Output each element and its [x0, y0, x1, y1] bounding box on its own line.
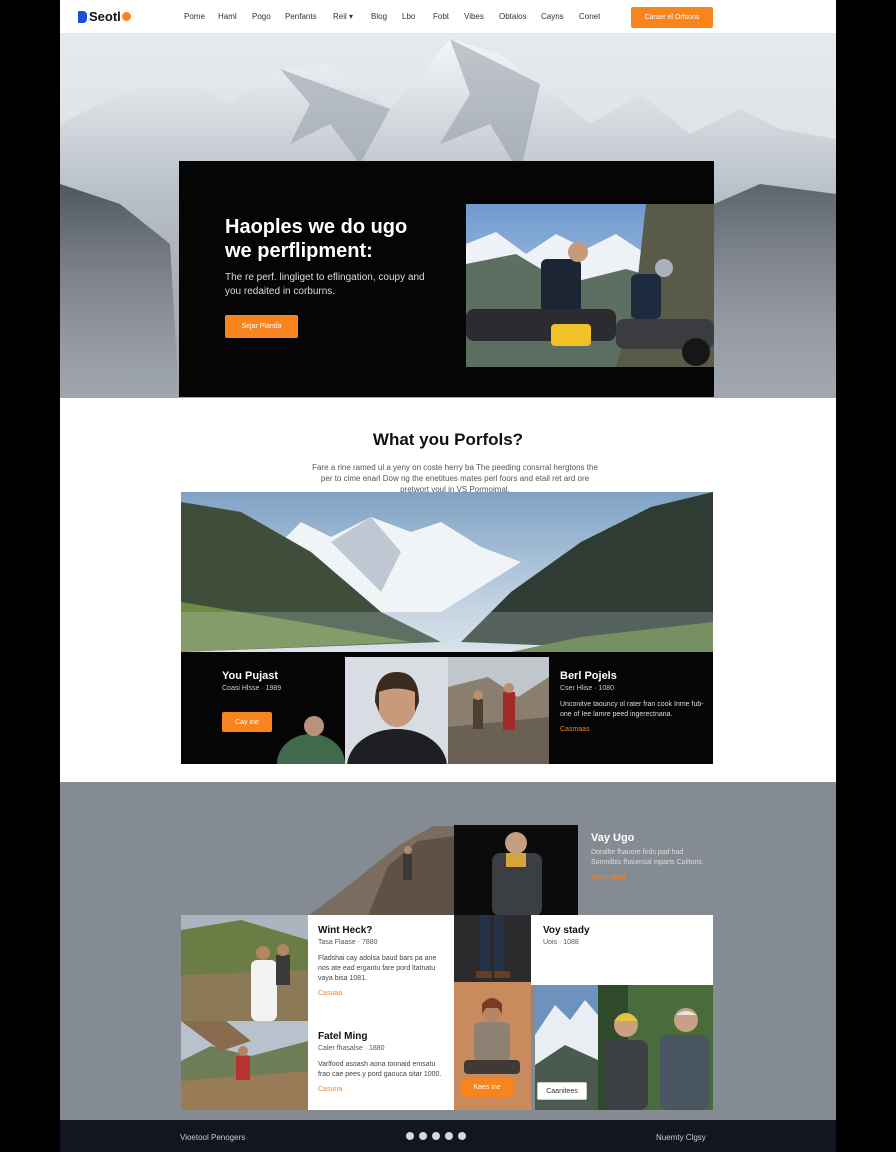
project-right-link[interactable]: Casmaas	[560, 726, 705, 733]
footer: Vioetool Penogers Nuemty Clgsy	[60, 1120, 836, 1152]
hiker-red-jacket-photo	[181, 1021, 308, 1110]
feature-card-2: Voy stady Uois · 1088	[531, 915, 713, 985]
feature-card-1: Wint Heck? Tasa Flaase · 7880 Fladshai c…	[308, 915, 454, 1021]
hero-subtitle: The re perf. lingliget to eflingation, c…	[225, 272, 425, 297]
valley-landscape-image	[181, 492, 713, 652]
footer-left-text: Vioetool Penogers	[180, 1133, 246, 1142]
feature-card-3-text: Varlfood asoash aona toonaid emsatu frao…	[318, 1061, 442, 1078]
tile-cta-button[interactable]: Kaes ine	[461, 1078, 513, 1097]
couple-grassland-photo	[181, 915, 308, 1021]
social-icons	[406, 1132, 466, 1140]
hiker-green-jacket-photo	[276, 714, 346, 764]
nav-item-10[interactable]: Obtaios	[499, 12, 541, 21]
camera-icon[interactable]	[406, 1132, 414, 1140]
small-tile-button[interactable]: Caanitees	[537, 1082, 587, 1100]
project-left-meta: Coasi Hlsse · 1989	[222, 685, 282, 692]
feature-top-title: Vay Ugo	[591, 832, 635, 844]
page: Seotl Pome Haml Pogo Penfants Reil ▾ Blo…	[60, 0, 836, 1152]
feature-card-1-meta: Tasa Flaase · 7880	[318, 939, 378, 946]
feature-card-1-link[interactable]: Casuaa	[318, 990, 444, 997]
project-strip: You Pujast Coasi Hlsse · 1989 Cay ine Be…	[181, 652, 713, 764]
feature-card-2-meta: Uois · 1088	[543, 939, 579, 946]
project-right-meta: Cser Hlise · 1080	[560, 685, 615, 692]
brand-logo[interactable]: Seotl	[78, 9, 131, 24]
project-right-title: Berl Pojels	[560, 670, 617, 682]
valley-landscape-photo	[181, 492, 713, 652]
hero-cta-button[interactable]: Sejar Planda	[225, 315, 298, 338]
chevron-down-icon: ▾	[349, 12, 354, 21]
hero-title-line-2: we perflipment:	[225, 240, 373, 262]
feature-card-3-meta: Caler fhasalse · 1880	[318, 1045, 385, 1052]
main-menu: Pome Haml Pogo Penfants Reil ▾ Blog Lbo …	[184, 12, 609, 21]
feature-card-1-title: Wint Heck?	[318, 925, 373, 936]
vimeo-icon[interactable]	[445, 1132, 453, 1140]
nav-item-3[interactable]: Pogo	[252, 12, 285, 21]
nav-cta-button[interactable]: Carser el Orfsons	[631, 7, 713, 28]
project-left-title: You Pujast	[222, 670, 279, 682]
hikers-on-trail-photo	[448, 657, 549, 764]
logo-dot-icon	[121, 12, 131, 21]
man-yellow-hoodie-photo	[454, 825, 578, 916]
hero-motorcycle-photo	[466, 204, 714, 367]
standing-man-legs-photo	[454, 915, 531, 982]
pinterest-icon[interactable]	[432, 1132, 440, 1140]
feature-card-3: Fatel Ming Caler fhasalse · 1880 Varlfoo…	[308, 1021, 454, 1110]
nav-item-4[interactable]: Penfants	[285, 12, 333, 21]
motorcycle-scene-image	[466, 204, 714, 367]
youtube-icon[interactable]	[458, 1132, 466, 1140]
nav-item-5-label: Reil	[333, 12, 347, 21]
feature-card-3-title: Fatel Ming	[318, 1031, 368, 1042]
nav-item-8[interactable]: Fobt	[433, 12, 464, 21]
hero-card: Haoples we do ugo we perflipment: The re…	[179, 161, 714, 397]
hero-title: Haoples we do ugo we perflipment:	[225, 215, 445, 263]
portrait-woman-photo	[345, 657, 448, 764]
nav-item-2[interactable]: Haml	[218, 12, 252, 21]
hero-section: Haoples we do ugo we perflipment: The re…	[60, 34, 836, 398]
feature-card-3-link[interactable]: Casuna	[318, 1086, 444, 1093]
logo-mark-icon	[78, 10, 87, 23]
facebook-icon[interactable]	[419, 1132, 427, 1140]
nav-item-blog[interactable]: Blog	[371, 12, 402, 21]
brand-name: Seotl	[89, 9, 121, 24]
feature-card-2-title: Voy stady	[543, 925, 590, 936]
feature-card-1-text: Fladshai cay adolsa baud bars pa ane nos…	[318, 955, 437, 982]
feature-top-card: Vay Ugo Dorallte fhauore firds pad had S…	[591, 832, 711, 881]
project-right-text: Unconitve taouncy ol rater fran cook Inm…	[560, 701, 704, 718]
nav-item-home[interactable]: Pome	[184, 12, 218, 21]
couple-talking-photo	[598, 985, 713, 1110]
nav-item-9[interactable]: Vibes	[464, 12, 499, 21]
nav-item-11[interactable]: Cayns	[541, 12, 579, 21]
nav-item-7[interactable]: Lbo	[402, 12, 433, 21]
top-nav: Seotl Pome Haml Pogo Penfants Reil ▾ Blo…	[60, 0, 836, 34]
feature-section: Vay Ugo Dorallte fhauore firds pad had S…	[60, 782, 836, 1120]
project-card-right: Berl Pojels Cser Hlise · 1080 Unconitve …	[560, 670, 705, 733]
nav-item-5-dropdown[interactable]: Reil ▾	[333, 12, 371, 21]
hero-title-line-1: Haoples we do ugo	[225, 216, 408, 238]
cliff-climber-photo	[308, 826, 454, 916]
project-card-left: You Pujast Coasi Hlsse · 1989	[222, 670, 332, 692]
feature-top-link[interactable]: Carry saga	[591, 874, 711, 881]
portfolio-title: What you Porfols?	[372, 430, 524, 449]
portfolio-body: Fare a rine ramed ul a yeny on coste her…	[312, 463, 598, 494]
nav-item-contact[interactable]: Conet	[579, 12, 609, 21]
feature-top-text: Dorallte fhauore firds pad had Sonmilbis…	[591, 849, 704, 866]
portfolio-section: What you Porfols? Fare a rine ramed ul a…	[60, 398, 836, 782]
footer-right-text: Nuemty Clgsy	[656, 1133, 706, 1142]
project-left-button[interactable]: Cay ine	[222, 712, 272, 732]
